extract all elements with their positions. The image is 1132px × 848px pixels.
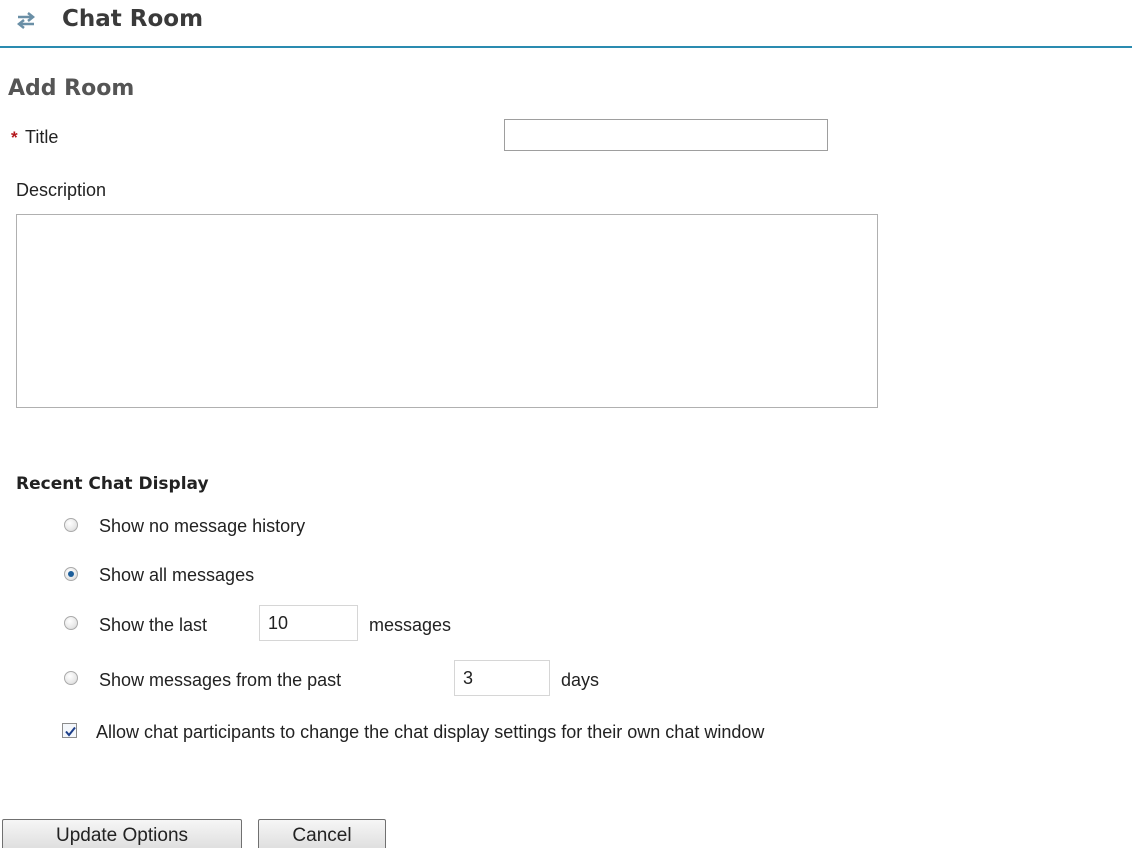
radio-no-history-label: Show no message history (99, 516, 306, 536)
description-label: Description (16, 180, 107, 200)
radio-last-n-messages[interactable] (64, 616, 78, 630)
section-title: Add Room (8, 76, 135, 101)
page-header: Chat Room (0, 0, 1132, 48)
allow-change-checkbox[interactable] (62, 723, 77, 738)
title-label: Title (25, 127, 59, 147)
required-marker: * (11, 128, 18, 147)
cancel-button[interactable]: Cancel (258, 819, 386, 848)
last-n-messages-input[interactable] (259, 605, 358, 641)
allow-change-label: Allow chat participants to change the ch… (96, 722, 765, 742)
recent-chat-display-heading: Recent Chat Display (16, 474, 209, 494)
swap-arrows-icon (16, 10, 36, 30)
radio-past-n-days[interactable] (64, 671, 78, 685)
past-n-days-input[interactable] (454, 660, 550, 696)
radio-past-n-suffix: days (561, 670, 600, 690)
radio-all-messages[interactable] (64, 567, 78, 581)
radio-last-n-suffix: messages (369, 615, 452, 635)
radio-no-history[interactable] (64, 518, 78, 532)
checkmark-icon (65, 726, 76, 737)
update-options-button[interactable]: Update Options (2, 819, 242, 848)
description-textarea[interactable] (16, 214, 878, 408)
chat-room-page: Chat Room Add Room * Title Description R… (0, 0, 1132, 848)
radio-last-n-prefix: Show the last (99, 615, 208, 635)
radio-all-messages-label: Show all messages (99, 565, 255, 585)
page-title: Chat Room (62, 6, 204, 32)
radio-past-n-prefix: Show messages from the past (99, 670, 342, 690)
title-input[interactable] (504, 119, 828, 151)
